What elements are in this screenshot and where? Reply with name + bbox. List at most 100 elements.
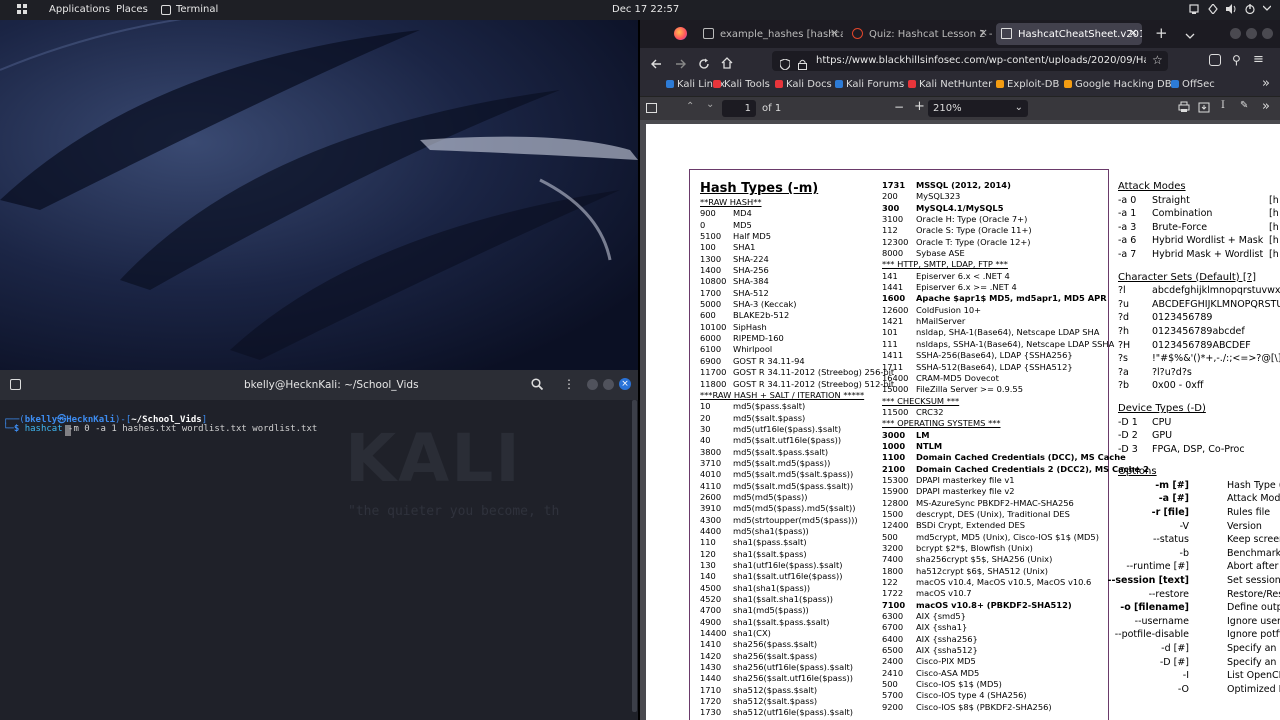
hash-mode-row: 1800 ha512crypt $6$, SHA512 (Unix) [882, 566, 1110, 577]
terminal-app-label[interactable]: Terminal [176, 4, 218, 16]
hash-mode-row: 12800 MS-AzureSync PBKDF2-HMAC-SHA256 [882, 498, 1110, 509]
bookmark-offsec[interactable]: OffSec [1171, 79, 1215, 90]
forward-icon[interactable] [675, 55, 687, 74]
network-icon[interactable] [1189, 4, 1199, 18]
hash-mode-row: 101 nsldap, SHA-1(Base64), Netscape LDAP … [882, 327, 1110, 338]
tracking-shield-icon[interactable] [779, 55, 791, 74]
tab-list-icon[interactable] [1185, 26, 1195, 45]
hash-mode-code: 111 [882, 338, 898, 349]
close-icon[interactable]: × [619, 378, 631, 390]
draw-icon[interactable]: ✎ [1240, 100, 1248, 111]
pdf-viewer[interactable]: Hash Types (-m) **RAW HASH** 900 MD4 0 MD5 51… [640, 120, 1280, 720]
print-icon[interactable] [1178, 101, 1190, 116]
hash-mode-row: 10 md5($pass.$salt) [700, 401, 880, 412]
sidebar-toggle-icon[interactable] [646, 103, 657, 113]
previous-page-icon[interactable]: ⌃ [686, 101, 694, 112]
bookmark-google-hacking-db[interactable]: Google Hacking DB [1064, 79, 1172, 90]
charset-row-key: ?H [1118, 339, 1131, 351]
app-grid-icon[interactable] [17, 4, 27, 18]
tab-cheatsheet[interactable]: HashcatCheatSheet.v2018 × [996, 23, 1142, 45]
zoom-in-button[interactable]: + [914, 99, 925, 114]
hash-mode-desc: Cisco-IOS type 4 (SHA256) [916, 690, 1027, 701]
pocket-icon[interactable] [1209, 54, 1221, 66]
zoom-out-button[interactable]: − [894, 100, 904, 114]
bookmark-kali-docs[interactable]: Kali Docs [775, 79, 832, 90]
attack-mode-row-key: -a 1 [1118, 208, 1137, 220]
bookmark-exploit-db[interactable]: Exploit-DB [996, 79, 1059, 90]
tab-close-icon[interactable]: × [830, 26, 839, 39]
more-bookmarks-icon[interactable]: » [1262, 76, 1270, 91]
new-tab-button[interactable]: + [1155, 24, 1168, 42]
page-number-input[interactable]: 1 [722, 100, 756, 117]
maximize-icon[interactable] [603, 379, 614, 390]
minimize-icon[interactable] [587, 379, 598, 390]
hash-mode-row: 3910 md5(md5($pass).md5($salt)) [700, 503, 880, 514]
hash-mode-row: 6700 AIX {ssha1} [882, 622, 1110, 633]
more-tools-icon[interactable]: » [1262, 99, 1270, 114]
hash-mode-desc: Episerver 6.x >= .NET 4 [916, 282, 1017, 293]
menu-kebab-icon[interactable]: ⋮ [563, 377, 575, 391]
tab-quiz[interactable]: Quiz: Hashcat Lesson 2 - ( × [847, 23, 992, 45]
option-row: -r [file] Rules file [1118, 506, 1271, 520]
terminal-window[interactable]: bkelly@HecknKali: ~/School_Vids ⋮ × KALI… [0, 370, 638, 720]
terminal-scrollbar[interactable] [632, 400, 637, 712]
bookmark-star-icon[interactable]: ☆ [1152, 53, 1163, 67]
extensions-icon[interactable]: ⚲ [1232, 53, 1241, 67]
bookmark-kali-tools[interactable]: Kali Tools [713, 79, 770, 90]
hash-mode-desc: md5(md5($pass).md5($salt)) [733, 503, 856, 514]
option-row-value: Rules file [1227, 507, 1271, 519]
back-icon[interactable] [650, 55, 662, 74]
tab-close-icon[interactable]: × [1129, 26, 1138, 39]
hash-mode-code: 100 [700, 242, 716, 253]
tab-close-icon[interactable]: × [979, 26, 988, 39]
text-tool-icon[interactable]: I [1221, 100, 1225, 111]
next-page-icon[interactable]: ⌄ [706, 99, 714, 110]
option-row-key: -d [#] [1161, 643, 1189, 654]
places-menu[interactable]: Places [116, 4, 148, 16]
lock-icon[interactable] [798, 55, 807, 74]
clock[interactable]: Dec 17 22:57 [612, 4, 679, 16]
window-close-icon[interactable] [1262, 28, 1273, 39]
bookmark-kali-nethunter[interactable]: Kali NetHunter [908, 79, 992, 90]
hash-mode-row: 4110 md5($salt.md5($pass.$salt)) [700, 481, 880, 492]
new-tab-icon[interactable] [10, 379, 21, 390]
window-maximize-icon[interactable] [1246, 28, 1257, 39]
download-icon[interactable] [1198, 101, 1210, 116]
hash-mode-code: 6500 [882, 645, 904, 656]
hash-mode-row: 3710 md5($salt.md5($pass)) [700, 458, 880, 469]
pdf-page: Hash Types (-m) **RAW HASH** 900 MD4 0 MD5 51… [646, 124, 1280, 720]
hash-mode-code: 16400 [882, 372, 909, 383]
search-icon[interactable] [531, 378, 544, 393]
terminal-titlebar[interactable]: bkelly@HecknKali: ~/School_Vids ⋮ × [0, 370, 638, 400]
hash-mode-desc: md5($salt.md5($pass.$salt)) [733, 480, 854, 491]
app-menu-icon[interactable]: ≡ [1253, 52, 1264, 67]
reload-icon[interactable] [698, 55, 710, 74]
hash-mode-desc: SHA-384 [733, 276, 769, 287]
command-line[interactable]: └─$ hashcat -m 0 -a 1 hashes.txt wordlis… [3, 424, 317, 434]
window-minimize-icon[interactable] [1230, 28, 1241, 39]
bookmark-kali-forums[interactable]: Kali Forums [835, 79, 904, 90]
zoom-select[interactable]: 210% ⌄ [928, 100, 1028, 117]
terminal-output[interactable]: KALI "the quieter you become, th ┌──(bke… [0, 400, 638, 720]
option-row: --restore Restore/Res [1118, 588, 1280, 602]
home-icon[interactable] [721, 54, 733, 73]
hash-mode-code: 5700 [882, 690, 904, 701]
hash-mode-row: 1720 sha512($salt.$pass) [700, 696, 880, 707]
hash-mode-desc: GOST R 34.11-2012 (Streebog) 256-bit [733, 367, 895, 378]
applications-menu[interactable]: Applications [49, 4, 110, 16]
firefox-icon[interactable] [674, 27, 687, 40]
url-field[interactable]: https://www.blackhillsinfosec.com/wp-con… [772, 51, 1168, 71]
power-icon[interactable] [1245, 4, 1255, 18]
option-row-value: Version [1227, 520, 1262, 532]
device-type-row: -D 1 CPU [1118, 416, 1256, 430]
hash-mode-code: 15900 [882, 486, 909, 497]
hash-mode-code: 1000 [882, 440, 906, 451]
firefox-window[interactable]: example_hashes [hashcat × Quiz: Hashcat … [640, 20, 1280, 720]
volume-icon[interactable] [1226, 4, 1237, 18]
device-type-row-value: GPU [1152, 430, 1173, 442]
menu-arrow-icon[interactable] [1262, 4, 1272, 16]
network-status-icon[interactable] [1208, 3, 1218, 18]
tab-example-hashes[interactable]: example_hashes [hashcat × [698, 23, 843, 45]
hash-mode-desc: ColdFusion 10+ [916, 304, 982, 315]
hash-mode-row: 1441 Episerver 6.x >= .NET 4 [882, 282, 1110, 293]
